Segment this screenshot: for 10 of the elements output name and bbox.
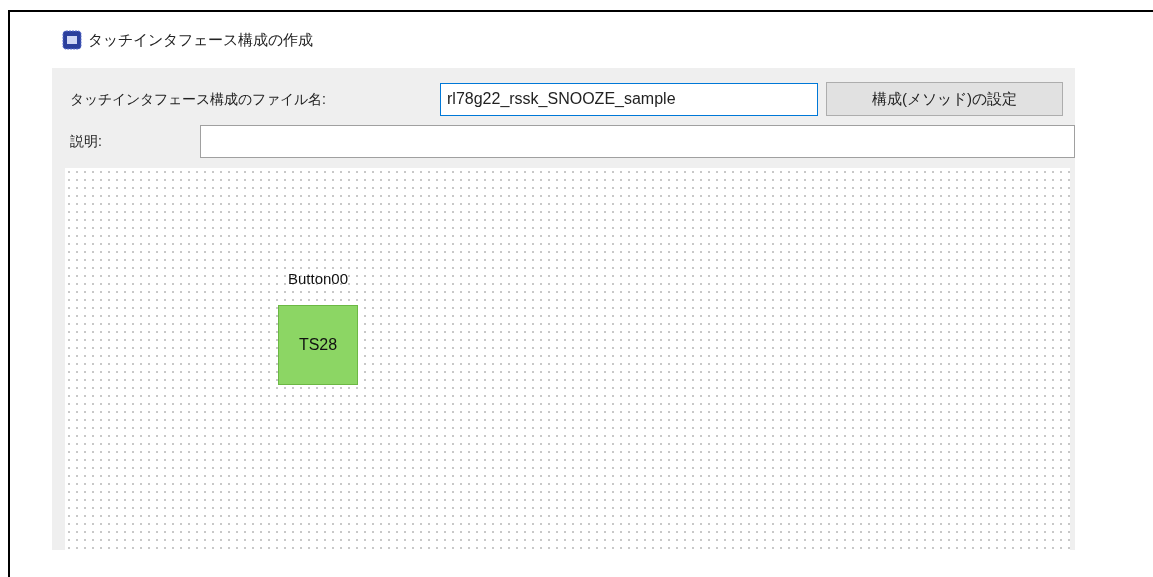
- channel-label: TS28: [298, 334, 338, 355]
- window-title: タッチインタフェース構成の作成: [88, 29, 313, 50]
- description-field[interactable]: [200, 124, 1075, 158]
- touch-button-node[interactable]: TS28: [278, 304, 358, 385]
- node-label: Button00: [287, 269, 349, 289]
- app-icon: [62, 30, 82, 50]
- file-name-label: タッチインタフェース構成のファイル名:: [70, 89, 327, 109]
- method-settings-button[interactable]: 構成(メソッド)の設定: [826, 82, 1063, 116]
- description-label: 説明:: [70, 131, 103, 151]
- file-name-field[interactable]: rl78g22_rssk_SNOOZE_sample: [440, 82, 818, 116]
